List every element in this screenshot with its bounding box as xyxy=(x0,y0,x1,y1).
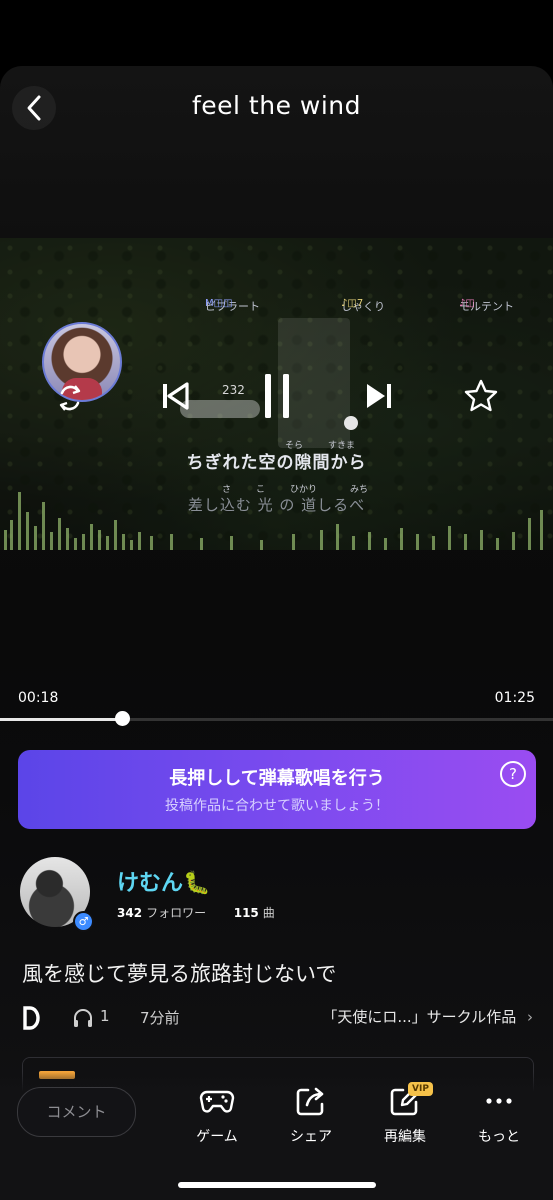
user-stats: 342 フォロワー 115 曲 xyxy=(117,904,275,921)
male-icon: ♂ xyxy=(73,911,94,932)
more-label: もっと xyxy=(478,1129,520,1145)
help-icon[interactable]: ? xyxy=(500,761,526,787)
song-count: 115 xyxy=(233,906,259,920)
previous-button[interactable] xyxy=(152,373,198,419)
previous-icon xyxy=(163,382,189,410)
pause-button[interactable] xyxy=(253,368,301,424)
danmaku-sing-banner[interactable]: 長押しして弾幕歌唱を行う 投稿作品に合わせて歌いましょう！ ? xyxy=(18,750,536,829)
player-sheet: feel the wind ビブラート M◫◫ しゃくり ♪◫7 モルテント ♪… xyxy=(0,66,553,1200)
technique-meters: ビブラート M◫◫ しゃくり ♪◫7 モルテント ♪◫ xyxy=(205,298,514,313)
pitch-knob xyxy=(344,416,358,430)
listen-count: 1 xyxy=(100,1007,110,1025)
repeat-button[interactable] xyxy=(50,378,90,418)
video-area[interactable]: ビブラート M◫◫ しゃくり ♪◫7 モルテント ♪◫ 232 そら すきま ち… xyxy=(0,238,553,550)
home-indicator xyxy=(178,1182,376,1188)
gamepad-icon xyxy=(199,1090,235,1113)
game-label: ゲーム xyxy=(196,1129,238,1145)
d-logo-icon xyxy=(23,1006,40,1030)
seek-bar-fill xyxy=(0,718,122,721)
audio-visualizer xyxy=(4,492,543,550)
circle-work-link[interactable]: 「天使にロ...」サークル作品 › xyxy=(322,1006,533,1027)
song-title: feel the wind xyxy=(191,91,362,120)
next-button[interactable] xyxy=(356,373,402,419)
seek-knob[interactable] xyxy=(114,711,130,726)
total-time: 01:25 xyxy=(494,690,535,706)
share-icon xyxy=(296,1087,324,1116)
favorite-button[interactable] xyxy=(458,373,504,419)
score-counter: 232 xyxy=(222,383,245,397)
share-label: シェア xyxy=(290,1129,332,1145)
banner-title: 長押しして弾幕歌唱を行う xyxy=(169,768,385,789)
banner-subtitle: 投稿作品に合わせて歌いましょう！ xyxy=(165,798,389,814)
post-time: 7分前 xyxy=(140,1009,180,1027)
star-icon xyxy=(464,379,498,412)
reedit-button[interactable]: VIP 再編集 xyxy=(370,1082,440,1146)
repeat-icon xyxy=(59,385,81,411)
more-icon xyxy=(486,1098,512,1104)
chevron-right-icon: › xyxy=(527,1008,533,1026)
more-button[interactable]: もっと xyxy=(464,1086,534,1146)
top-bar: feel the wind xyxy=(0,66,553,150)
vip-badge: VIP xyxy=(408,1082,433,1096)
reedit-label: 再編集 xyxy=(384,1129,426,1145)
lyric-current-line: ちぎれた空の隙間から xyxy=(186,453,367,473)
post-caption: 風を感じて夢見る旅路封じないで xyxy=(22,962,337,986)
bottom-action-bar: コメント ゲーム シェア VIP 再編集 もっと xyxy=(0,1072,553,1200)
follower-count: 342 xyxy=(117,906,143,920)
song-label: 曲 xyxy=(262,906,275,920)
share-button[interactable]: シェア xyxy=(276,1086,346,1146)
seek-bar[interactable] xyxy=(0,718,553,721)
next-icon xyxy=(367,384,391,408)
pause-icon xyxy=(265,374,289,418)
post-meta: 1 7分前 「天使にロ...」サークル作品 › xyxy=(22,1004,537,1032)
game-button[interactable]: ゲーム xyxy=(182,1086,252,1146)
follower-label: フォロワー xyxy=(146,906,207,920)
headphones-icon xyxy=(74,1009,92,1027)
username[interactable]: けむん🐛 xyxy=(117,865,210,897)
current-time: 00:18 xyxy=(18,690,59,706)
comment-input[interactable]: コメント xyxy=(17,1087,136,1137)
circle-work-label: 「天使にロ...」サークル作品 xyxy=(322,1008,517,1026)
